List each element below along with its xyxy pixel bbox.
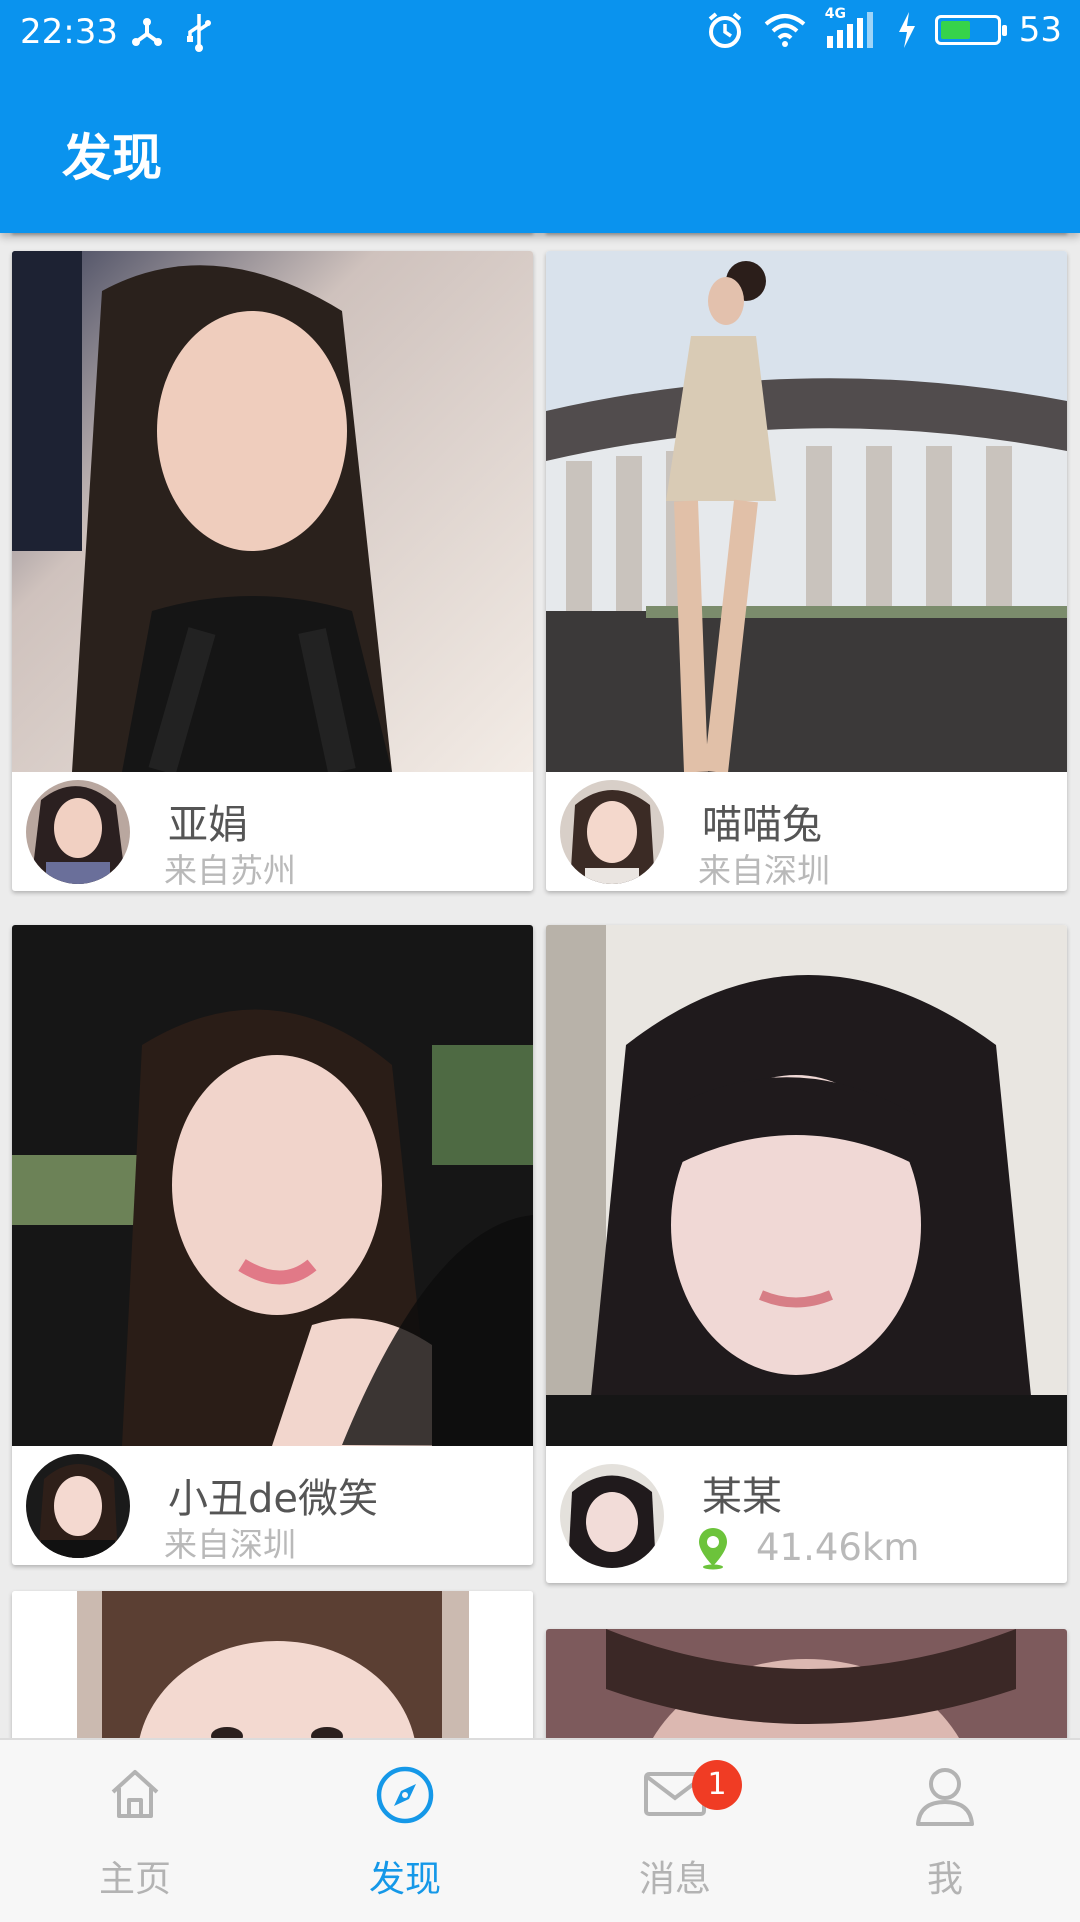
alarm-icon: [708, 12, 742, 48]
avatar: [26, 780, 130, 884]
charging-icon: [898, 12, 915, 48]
home-icon: [111, 1770, 159, 1818]
profile-card[interactable]: 亚娟 来自苏州: [12, 251, 533, 891]
tab-me[interactable]: 我: [810, 1740, 1080, 1922]
avatar: [560, 1464, 664, 1568]
profile-photo: [546, 925, 1067, 1446]
profile-card[interactable]: [12, 1591, 533, 1738]
profile-card[interactable]: [546, 1629, 1067, 1738]
profile-photo: [546, 251, 1067, 772]
share-icon: [132, 18, 162, 46]
page-title: 发现: [62, 129, 162, 187]
card-info: 喵喵兔 来自深圳: [546, 772, 1067, 891]
unread-badge: 1: [692, 1760, 742, 1810]
tab-discover[interactable]: 发现: [270, 1740, 540, 1922]
battery-percent: 53: [1018, 10, 1062, 50]
signal-icon: 4G: [825, 6, 879, 50]
app-bar: 22:33 4G 53 发现: [0, 0, 1080, 233]
status-time: 22:33: [20, 12, 118, 52]
card-info: 小丑de微笑 来自深圳: [12, 1446, 533, 1565]
card-info: 亚娟 来自苏州: [12, 772, 533, 891]
discover-feed[interactable]: 亚娟 来自苏州 喵喵兔 来自深圳 小丑de微笑 来自深圳 某某 41.46km: [0, 233, 1080, 1738]
compass-icon: [376, 1766, 434, 1824]
profile-card[interactable]: 喵喵兔 来自深圳: [546, 251, 1067, 891]
bottom-nav: 主页 发现 1 消息 我: [0, 1738, 1080, 1922]
user-icon: [916, 1768, 974, 1826]
profile-photo: [546, 1629, 1067, 1738]
profile-card[interactable]: 某某 41.46km: [546, 925, 1067, 1583]
status-bar: 22:33 4G 53: [0, 0, 1080, 66]
avatar: [560, 780, 664, 884]
user-location: 来自苏州: [164, 851, 296, 890]
user-distance: 41.46km: [756, 1526, 920, 1569]
profile-photo: [12, 1591, 533, 1738]
avatar: [26, 1454, 130, 1558]
tab-messages[interactable]: 1 消息: [540, 1740, 810, 1922]
tab-label: 主页: [98, 1859, 171, 1900]
profile-photo: [12, 925, 533, 1446]
location-pin-icon: [699, 1528, 727, 1570]
usb-icon: [187, 14, 211, 52]
wifi-icon: [764, 14, 806, 47]
user-location: 来自深圳: [164, 1525, 296, 1564]
profile-photo: [12, 251, 533, 772]
user-name: 亚娟: [168, 802, 248, 848]
user-name: 某某: [702, 1474, 782, 1520]
tab-label: 我: [926, 1859, 963, 1900]
battery-icon: [934, 15, 1007, 45]
user-location: 来自深圳: [698, 851, 830, 890]
tab-label: 发现: [368, 1859, 441, 1900]
tab-home[interactable]: 主页: [0, 1740, 270, 1922]
tab-label: 消息: [638, 1859, 711, 1900]
profile-card[interactable]: 小丑de微笑 来自深圳: [12, 925, 533, 1565]
user-name: 喵喵兔: [702, 802, 822, 848]
card-info: 某某 41.46km: [546, 1446, 1067, 1583]
user-name: 小丑de微笑: [168, 1476, 378, 1522]
